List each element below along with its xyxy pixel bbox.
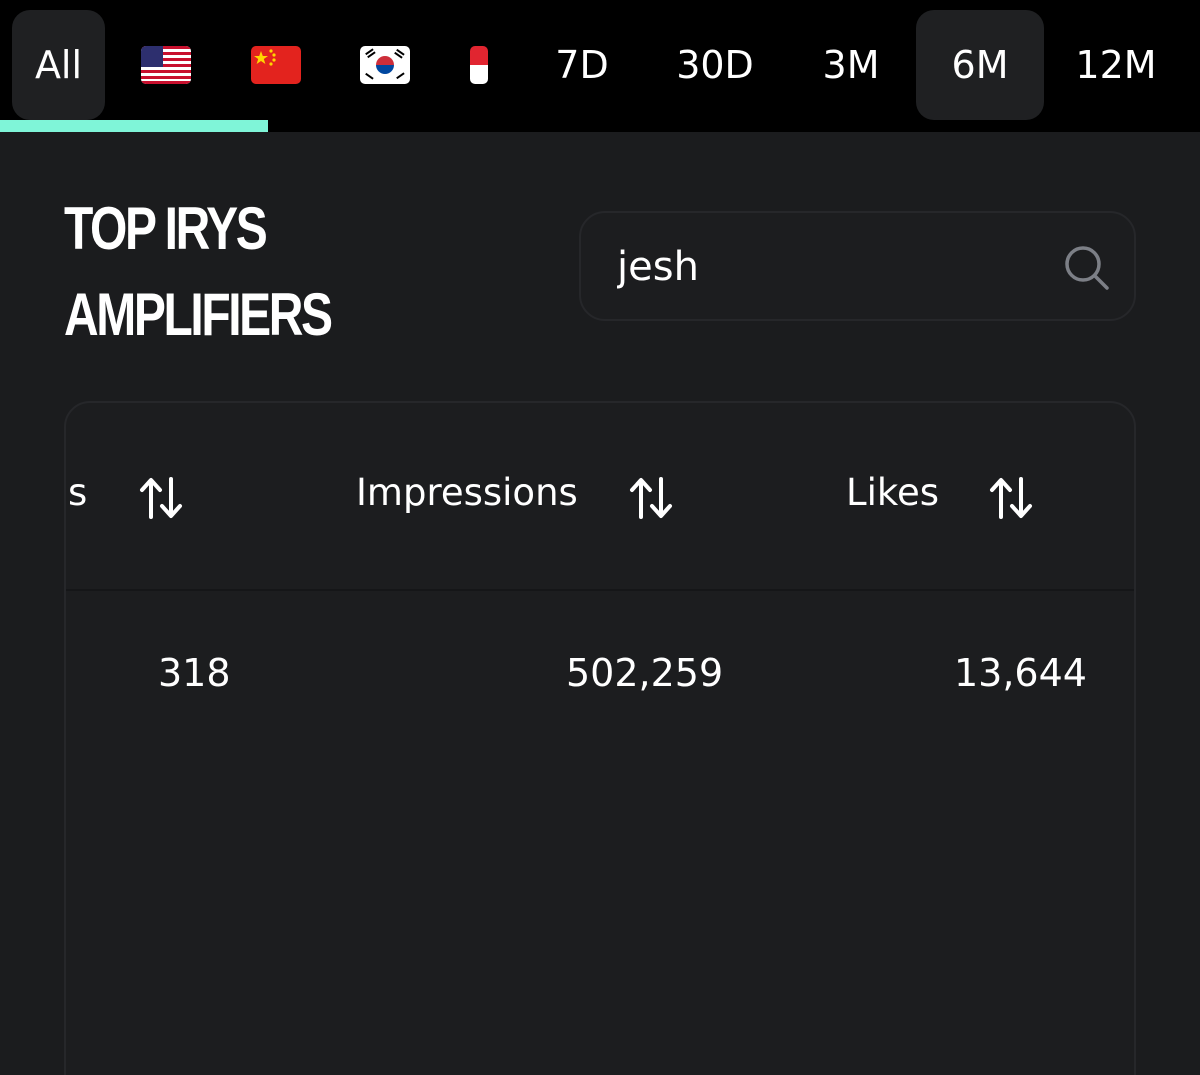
tab-12m-label: 12M [1075, 43, 1157, 87]
page-title: TOP IRYS AMPLIFIERS [64, 186, 333, 358]
search-icon[interactable] [1062, 243, 1110, 291]
tab-3m-label: 3M [822, 43, 880, 87]
sort-icon[interactable] [988, 475, 1034, 521]
tab-30d[interactable]: 30D [660, 10, 770, 120]
tab-all[interactable]: All [12, 10, 105, 120]
tab-6m[interactable]: 6M [916, 10, 1044, 120]
tab-6m-label: 6M [951, 43, 1009, 87]
tab-all-label: All [34, 43, 83, 87]
column-header-likes[interactable]: Likes [846, 471, 939, 514]
search-input[interactable] [617, 237, 1037, 297]
table-cell: 318 [158, 651, 231, 695]
sort-icon[interactable] [138, 475, 184, 521]
search-box [579, 211, 1136, 321]
tab-3m[interactable]: 3M [806, 10, 896, 120]
tab-7d[interactable]: 7D [540, 10, 624, 120]
tab-12m[interactable]: 12M [1060, 10, 1172, 120]
china-flag-icon[interactable] [251, 46, 301, 84]
column-header-impressions[interactable]: Impressions [356, 471, 578, 514]
us-flag-icon[interactable] [141, 46, 191, 84]
tab-7d-label: 7D [555, 43, 609, 87]
page-title-line1: TOP IRYS [64, 195, 268, 262]
indonesia-flag-icon[interactable] [470, 46, 488, 84]
south-korea-flag-icon[interactable] [360, 46, 410, 84]
page-title-line2: AMPLIFIERS [64, 281, 333, 348]
sort-icon[interactable] [628, 475, 674, 521]
top-filter-bar: All 7D 30D 3M 6M 12M [0, 0, 1200, 132]
table-header: s Impressions Likes [66, 403, 1134, 591]
tab-30d-label: 30D [676, 43, 754, 87]
amplifiers-table: s Impressions Likes 318 502,259 13,644 [64, 401, 1136, 1075]
column-header-partial: s [68, 471, 88, 514]
active-tab-indicator [0, 120, 268, 132]
table-cell-impressions: 502,259 [566, 651, 724, 695]
table-cell-likes: 13,644 [954, 651, 1087, 695]
